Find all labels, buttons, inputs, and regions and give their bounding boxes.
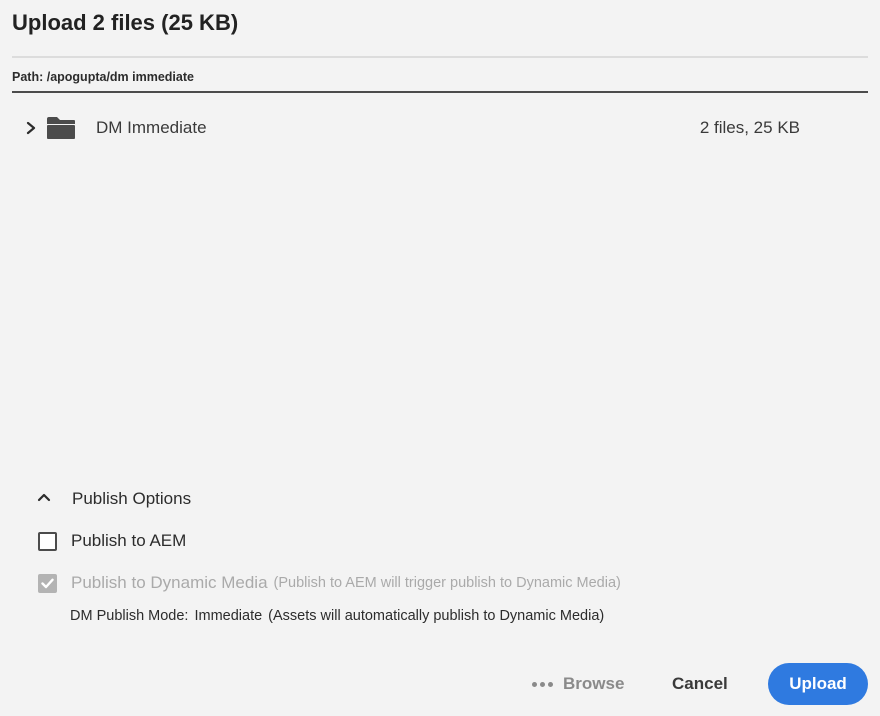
publish-to-dm-checkbox: [38, 573, 57, 593]
upload-dialog: Upload 2 files (25 KB) Path: /apogupta/d…: [0, 0, 880, 716]
folder-row[interactable]: DM Immediate 2 files, 25 KB: [12, 106, 868, 150]
publish-options-label: Publish Options: [72, 489, 192, 508]
title-divider: [12, 56, 868, 58]
dialog-title: Upload 2 files (25 KB): [12, 10, 239, 35]
cancel-button[interactable]: Cancel: [672, 663, 728, 705]
more-dots-icon: [532, 681, 553, 687]
publish-to-aem-row: Publish to AEM: [38, 529, 186, 553]
publish-to-dm-row: Publish to Dynamic Media (Publish to AEM…: [38, 571, 621, 595]
upload-path: Path: /apogupta/dm immediate: [12, 70, 194, 84]
publish-to-dm-note: (Publish to AEM will trigger publish to …: [273, 575, 621, 591]
dm-publish-mode: DM Publish Mode: Immediate (Assets will au…: [70, 608, 604, 624]
dm-mode-note: (Assets will automatically publish to Dy…: [268, 608, 605, 624]
dm-mode-label: DM Publish Mode:: [70, 608, 189, 624]
upload-button[interactable]: Upload: [768, 663, 868, 705]
folder-name: DM Immediate: [96, 118, 207, 137]
publish-to-aem-checkbox[interactable]: [38, 531, 57, 551]
publish-to-aem-label[interactable]: Publish to AEM: [71, 531, 186, 551]
path-divider: [12, 91, 868, 93]
chevron-right-icon[interactable]: [20, 117, 42, 139]
publish-options-toggle[interactable]: Publish Options: [36, 486, 191, 512]
folder-icon: [46, 116, 76, 140]
browse-label: Browse: [563, 674, 625, 693]
dm-mode-value: Immediate: [194, 608, 263, 624]
publish-to-dm-label: Publish to Dynamic Media: [71, 573, 268, 592]
folder-size: 2 files, 25 KB: [699, 118, 800, 137]
checkmark-icon: [41, 578, 54, 588]
browse-button[interactable]: Browse: [532, 663, 624, 705]
chevron-up-icon: [36, 490, 52, 508]
